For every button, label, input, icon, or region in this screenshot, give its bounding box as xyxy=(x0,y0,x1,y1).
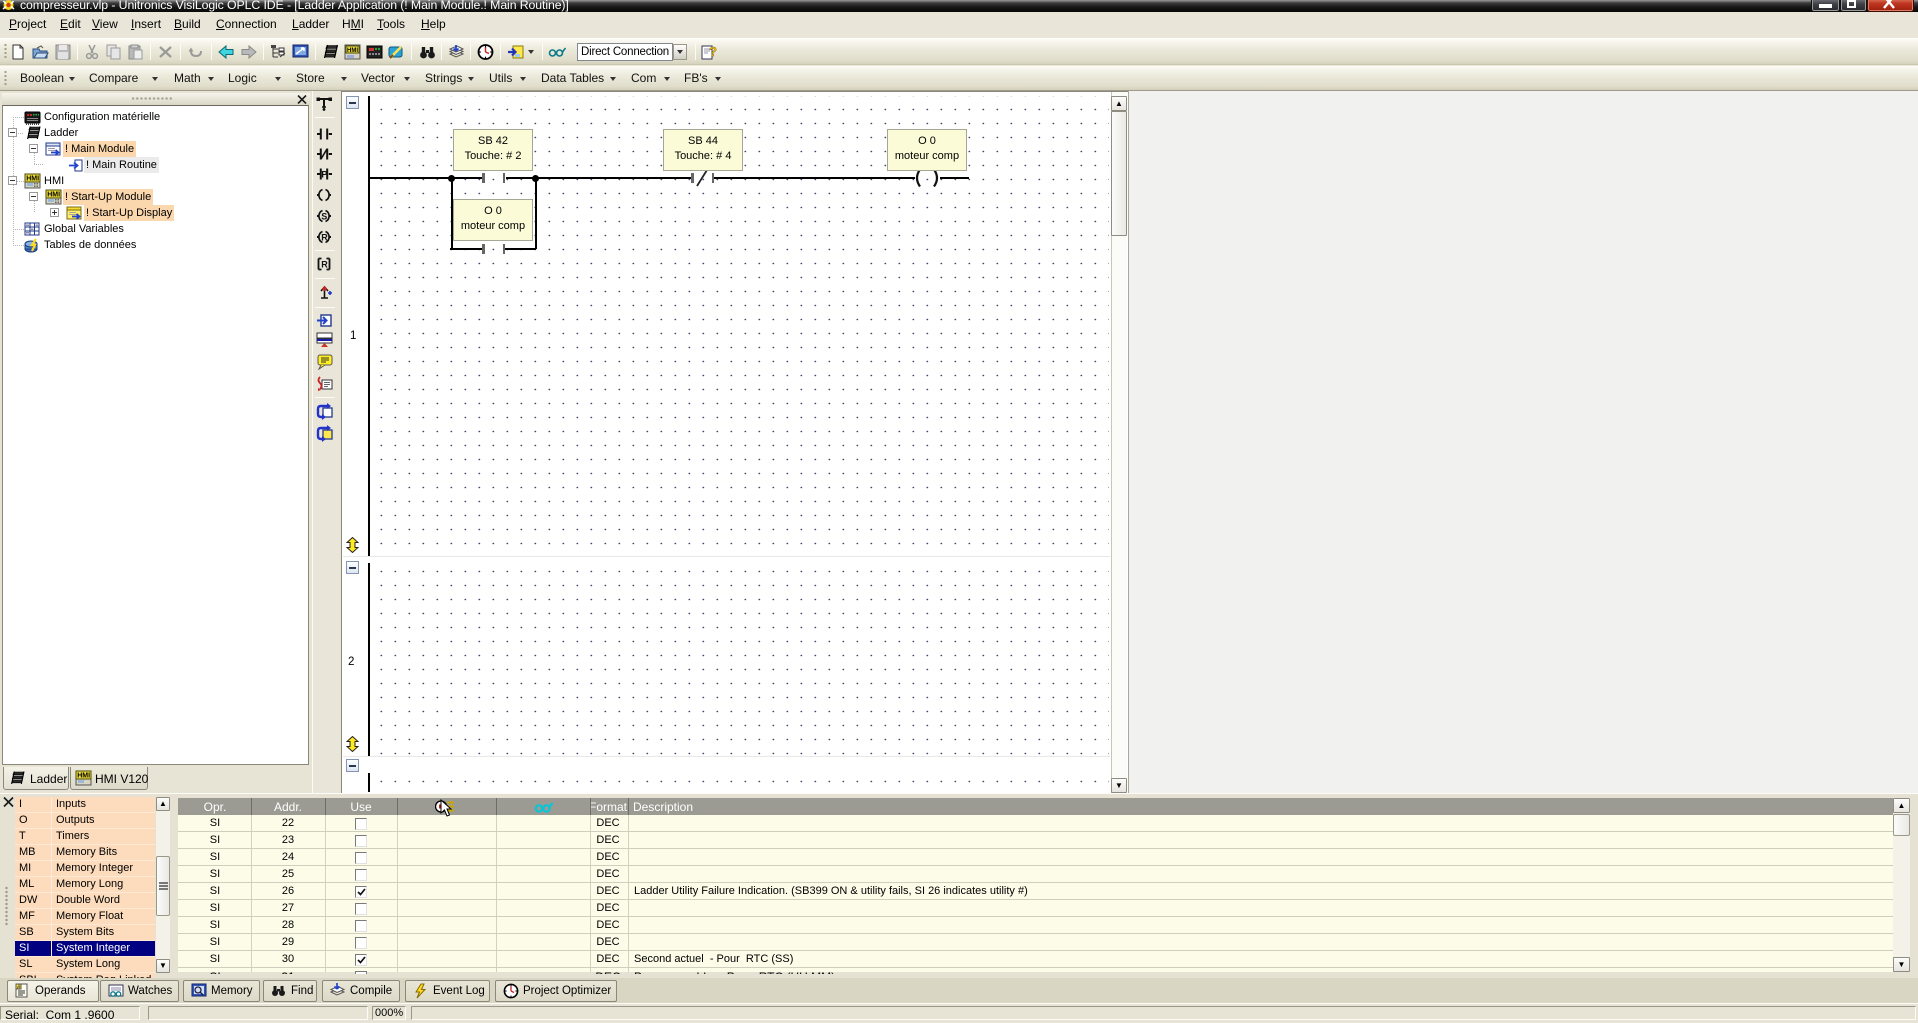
svg-text:HMI: HMI xyxy=(26,176,39,183)
svg-text:HMI: HMI xyxy=(77,773,90,780)
svg-text:HMI: HMI xyxy=(347,48,358,54)
svg-text:P: P xyxy=(321,170,327,180)
svg-text:R: R xyxy=(321,233,328,243)
svg-text:HMI: HMI xyxy=(47,192,60,199)
svg-text:R: R xyxy=(321,260,328,270)
svg-text:S: S xyxy=(321,212,327,222)
svg-text:?: ? xyxy=(709,44,717,59)
